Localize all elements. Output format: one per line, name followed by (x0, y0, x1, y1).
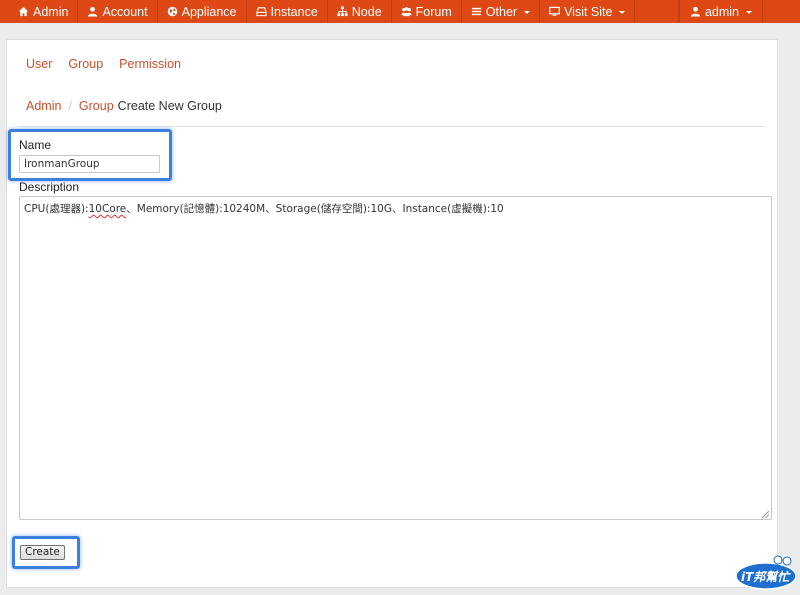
divider (19, 126, 765, 127)
list-icon (471, 6, 482, 17)
watermark-text: iT邦幫忙 (741, 570, 791, 584)
ithome-watermark-logo: iT邦幫忙 (730, 554, 797, 590)
create-button[interactable]: Create (20, 545, 65, 560)
caret-down-icon (619, 10, 626, 14)
breadcrumb-current: Create New Group (117, 99, 222, 113)
name-input[interactable]: IronmanGroup (19, 155, 160, 173)
subnav-group[interactable]: Group (68, 57, 103, 71)
nav-instance-label: Instance (270, 4, 318, 19)
description-label: Description (19, 180, 80, 194)
content-panel: User Group Permission Admin / Group Crea… (6, 39, 778, 588)
home-icon (18, 6, 29, 17)
nav-admin-label: Admin (33, 4, 69, 19)
description-text-flagged: 10Core (88, 203, 127, 215)
nav-instance[interactable]: Instance (247, 0, 328, 23)
globe-icon (167, 6, 178, 17)
nav-user-label: admin (704, 4, 739, 19)
user-icon (87, 6, 98, 17)
nav-visit-site[interactable]: Visit Site (540, 0, 636, 23)
nav-visit-site-label: Visit Site (564, 4, 613, 19)
nav-account[interactable]: Account (78, 0, 158, 23)
name-label: Name (19, 138, 52, 152)
description-textarea[interactable]: CPU(處理器):10Core、Memory(記憶體):10240M、Stora… (19, 196, 772, 520)
nav-other[interactable]: Other (462, 0, 541, 23)
nav-forum[interactable]: Forum (392, 0, 462, 23)
subnav-user[interactable]: User (26, 57, 52, 71)
resize-handle-icon[interactable] (761, 509, 770, 519)
nav-node[interactable]: Node (328, 0, 392, 23)
hdd-icon (255, 6, 267, 17)
group-icon (401, 6, 412, 17)
breadcrumb: Admin / Group Create New Group (26, 99, 222, 113)
caret-down-icon (746, 10, 752, 14)
sitemap-icon (337, 6, 348, 17)
nav-user-menu[interactable]: admin (678, 0, 763, 23)
nav-appliance-label: Appliance (181, 4, 237, 19)
subnav: User Group Permission (26, 57, 181, 71)
breadcrumb-group[interactable]: Group (79, 99, 114, 113)
nav-appliance[interactable]: Appliance (158, 0, 247, 23)
top-navbar: Admin Account Appliance Instance Node Fo… (0, 0, 800, 23)
description-text-prefix: CPU(處理器): (24, 203, 89, 215)
caret-down-icon (524, 10, 531, 14)
breadcrumb-separator: / (68, 99, 72, 113)
monitor-icon (549, 6, 560, 17)
user-icon (690, 6, 701, 17)
nav-account-label: Account (102, 4, 148, 19)
subnav-permission[interactable]: Permission (119, 57, 181, 71)
nav-node-label: Node (351, 4, 382, 19)
nav-forum-label: Forum (415, 4, 452, 19)
breadcrumb-admin[interactable]: Admin (26, 99, 61, 113)
nav-other-label: Other (485, 4, 518, 19)
nav-admin[interactable]: Admin (0, 0, 79, 23)
description-text-suffix: 、Memory(記憶體):10240M、Storage(儲存空間):10G、In… (126, 203, 504, 215)
